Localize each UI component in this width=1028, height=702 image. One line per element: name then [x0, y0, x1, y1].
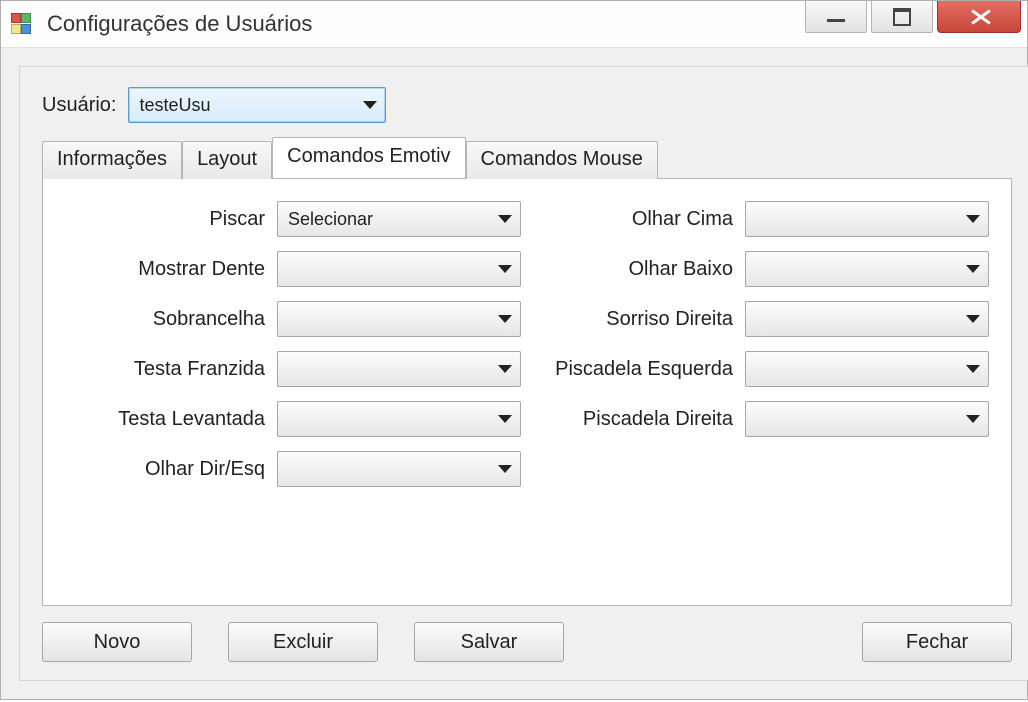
tab-informacoes[interactable]: Informações — [42, 141, 182, 179]
tab-comandos-mouse[interactable]: Comandos Mouse — [466, 141, 658, 179]
select-piscadela-direita[interactable] — [745, 401, 989, 437]
salvar-button[interactable]: Salvar — [414, 622, 564, 662]
button-bar: Novo Excluir Salvar Fechar — [42, 622, 1012, 662]
chevron-down-icon — [498, 215, 512, 223]
chevron-down-icon — [498, 315, 512, 323]
label-olhar-cima: Olhar Cima — [533, 208, 733, 231]
chevron-down-icon — [498, 365, 512, 373]
select-sorriso-direita[interactable] — [745, 301, 989, 337]
chevron-down-icon — [966, 365, 980, 373]
window-title: Configurações de Usuários — [47, 11, 312, 37]
chevron-down-icon — [966, 265, 980, 273]
select-testa-levantada[interactable] — [277, 401, 521, 437]
label-piscar: Piscar — [65, 208, 265, 231]
client-area: Usuário: testeUsu Informações Layout Com… — [1, 48, 1027, 699]
window-controls — [805, 1, 1027, 47]
label-piscadela-direita: Piscadela Direita — [533, 408, 733, 431]
user-label: Usuário: — [42, 94, 116, 117]
user-select[interactable]: testeUsu — [128, 87, 386, 123]
select-testa-franzida[interactable] — [277, 351, 521, 387]
chevron-down-icon — [966, 415, 980, 423]
select-olhar-dir-esq[interactable] — [277, 451, 521, 487]
tab-page-emotiv: Piscar Selecionar Olhar Cima Mostrar Den… — [42, 178, 1012, 606]
app-window: Configurações de Usuários Usuário: teste… — [0, 0, 1028, 700]
minimize-button[interactable] — [805, 1, 867, 33]
excluir-button[interactable]: Excluir — [228, 622, 378, 662]
app-icon — [11, 13, 33, 35]
minimize-icon — [827, 19, 845, 22]
maximize-icon — [893, 8, 911, 26]
chevron-down-icon — [363, 101, 377, 109]
user-row: Usuário: testeUsu — [42, 87, 1012, 123]
select-olhar-baixo[interactable] — [745, 251, 989, 287]
tabstrip: Informações Layout Comandos Emotiv Coman… — [42, 137, 1012, 178]
chevron-down-icon — [966, 315, 980, 323]
chevron-down-icon — [498, 415, 512, 423]
select-mostrar-dente[interactable] — [277, 251, 521, 287]
tab-layout[interactable]: Layout — [182, 141, 272, 179]
close-icon — [970, 10, 988, 24]
select-piscar-value: Selecionar — [288, 209, 373, 230]
label-olhar-baixo: Olhar Baixo — [533, 258, 733, 281]
select-piscadela-esquerda[interactable] — [745, 351, 989, 387]
label-piscadela-esquerda: Piscadela Esquerda — [533, 358, 733, 381]
chevron-down-icon — [966, 215, 980, 223]
spacer — [600, 622, 826, 662]
select-sobrancelha[interactable] — [277, 301, 521, 337]
label-sobrancelha: Sobrancelha — [65, 308, 265, 331]
label-sorriso-direita: Sorriso Direita — [533, 308, 733, 331]
novo-button[interactable]: Novo — [42, 622, 192, 662]
close-button[interactable] — [937, 1, 1021, 33]
command-grid: Piscar Selecionar Olhar Cima Mostrar Den… — [65, 201, 989, 487]
select-olhar-cima[interactable] — [745, 201, 989, 237]
fechar-button[interactable]: Fechar — [862, 622, 1012, 662]
label-testa-levantada: Testa Levantada — [65, 408, 265, 431]
titlebar: Configurações de Usuários — [1, 1, 1027, 48]
user-select-value: testeUsu — [139, 95, 210, 116]
main-panel: Usuário: testeUsu Informações Layout Com… — [19, 66, 1028, 681]
tab-comandos-emotiv[interactable]: Comandos Emotiv — [272, 137, 465, 178]
label-mostrar-dente: Mostrar Dente — [65, 258, 265, 281]
select-piscar[interactable]: Selecionar — [277, 201, 521, 237]
label-testa-franzida: Testa Franzida — [65, 358, 265, 381]
label-olhar-dir-esq: Olhar Dir/Esq — [65, 458, 265, 481]
chevron-down-icon — [498, 465, 512, 473]
chevron-down-icon — [498, 265, 512, 273]
maximize-button[interactable] — [871, 1, 933, 33]
